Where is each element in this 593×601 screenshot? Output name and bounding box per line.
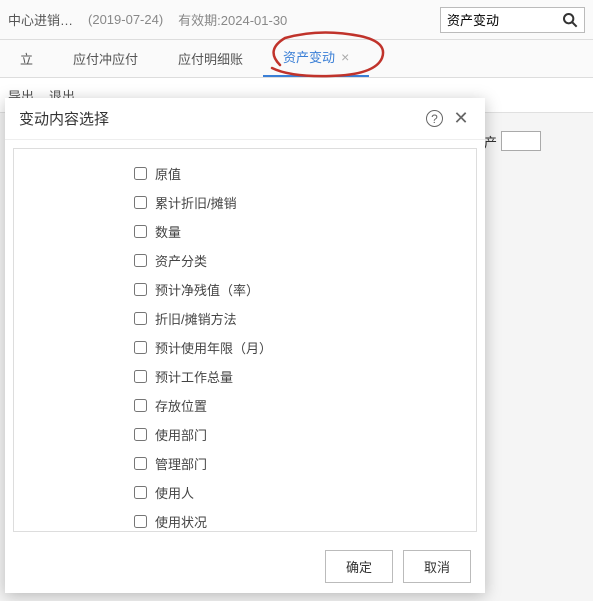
option-label: 使用人	[155, 483, 194, 502]
option-label: 累计折旧/摊销	[155, 193, 237, 212]
tab-label: 应付明细账	[178, 49, 243, 68]
options-list[interactable]: 原值累计折旧/摊销数量资产分类预计净残值（率） 折旧/摊销方法预计使用年限（月） 预…	[13, 148, 477, 532]
option-checkbox[interactable]	[134, 486, 147, 499]
dialog-header: 变动内容选择 ? ✕	[5, 98, 485, 140]
option-label: 预计工作总量	[155, 367, 233, 386]
option-checkbox[interactable]	[134, 167, 147, 180]
tab-2[interactable]: 应付明细账	[158, 40, 263, 77]
header-date: (2019-07-24)	[88, 12, 163, 27]
tab-label: 应付冲应付	[73, 49, 138, 68]
tab-0[interactable]: 立	[0, 40, 53, 77]
option-item[interactable]: 累计折旧/摊销	[134, 188, 476, 217]
option-checkbox[interactable]	[134, 196, 147, 209]
tab-1[interactable]: 应付冲应付	[53, 40, 158, 77]
option-label: 存放位置	[155, 396, 207, 415]
selection-dialog: 变动内容选择 ? ✕ 原值累计折旧/摊销数量资产分类预计净残值（率） 折旧/摊销方…	[5, 98, 485, 593]
option-label: 折旧/摊销方法	[155, 309, 237, 328]
option-checkbox[interactable]	[134, 515, 147, 528]
option-checkbox[interactable]	[134, 399, 147, 412]
dialog-body: 原值累计折旧/摊销数量资产分类预计净残值（率） 折旧/摊销方法预计使用年限（月） 预…	[5, 140, 485, 540]
option-checkbox[interactable]	[134, 225, 147, 238]
search-box[interactable]	[440, 7, 585, 33]
tab-label: 立	[20, 49, 33, 68]
option-checkbox[interactable]	[134, 370, 147, 383]
option-item[interactable]: 使用部门	[134, 420, 476, 449]
asset-input[interactable]	[501, 131, 541, 151]
option-checkbox[interactable]	[134, 428, 147, 441]
tab-3[interactable]: 资产变动 ×	[263, 38, 369, 77]
option-checkbox[interactable]	[134, 312, 147, 325]
option-label: 使用状况	[155, 512, 207, 531]
option-item[interactable]: 预计工作总量	[134, 362, 476, 391]
dialog-title: 变动内容选择	[19, 108, 418, 129]
option-label: 预计使用年限（月）	[155, 338, 272, 357]
option-label: 数量	[155, 222, 181, 241]
option-checkbox[interactable]	[134, 457, 147, 470]
option-item[interactable]: 预计使用年限（月）	[134, 333, 476, 362]
option-checkbox[interactable]	[134, 341, 147, 354]
header-validity: 有效期:2024-01-30	[178, 10, 287, 29]
option-label: 预计净残值（率）	[155, 280, 259, 299]
option-checkbox[interactable]	[134, 283, 147, 296]
option-item[interactable]: 管理部门	[134, 449, 476, 478]
tab-close-icon[interactable]: ×	[341, 49, 349, 65]
option-item[interactable]: 使用状况	[134, 507, 476, 532]
tab-label: 资产变动	[283, 47, 335, 66]
search-input[interactable]	[447, 12, 562, 27]
option-label: 资产分类	[155, 251, 207, 270]
option-item[interactable]: 资产分类	[134, 246, 476, 275]
dialog-footer: 确定 取消	[5, 540, 485, 593]
help-icon[interactable]: ?	[426, 110, 443, 127]
option-checkbox[interactable]	[134, 254, 147, 267]
tabs-bar: 立 应付冲应付 应付明细账 资产变动 ×	[0, 40, 593, 78]
ok-button[interactable]: 确定	[325, 550, 393, 583]
close-icon[interactable]: ✕	[451, 109, 471, 129]
option-label: 使用部门	[155, 425, 207, 444]
option-item[interactable]: 存放位置	[134, 391, 476, 420]
option-item[interactable]: 原值	[134, 159, 476, 188]
cancel-button[interactable]: 取消	[403, 550, 471, 583]
search-icon[interactable]	[562, 12, 578, 28]
option-item[interactable]: 数量	[134, 217, 476, 246]
option-item[interactable]: 折旧/摊销方法	[134, 304, 476, 333]
option-label: 管理部门	[155, 454, 207, 473]
app-title: 中心进销…	[8, 10, 73, 29]
option-item[interactable]: 使用人	[134, 478, 476, 507]
top-header: 中心进销… (2019-07-24) 有效期:2024-01-30	[0, 0, 593, 40]
option-item[interactable]: 预计净残值（率）	[134, 275, 476, 304]
option-label: 原值	[155, 164, 181, 183]
